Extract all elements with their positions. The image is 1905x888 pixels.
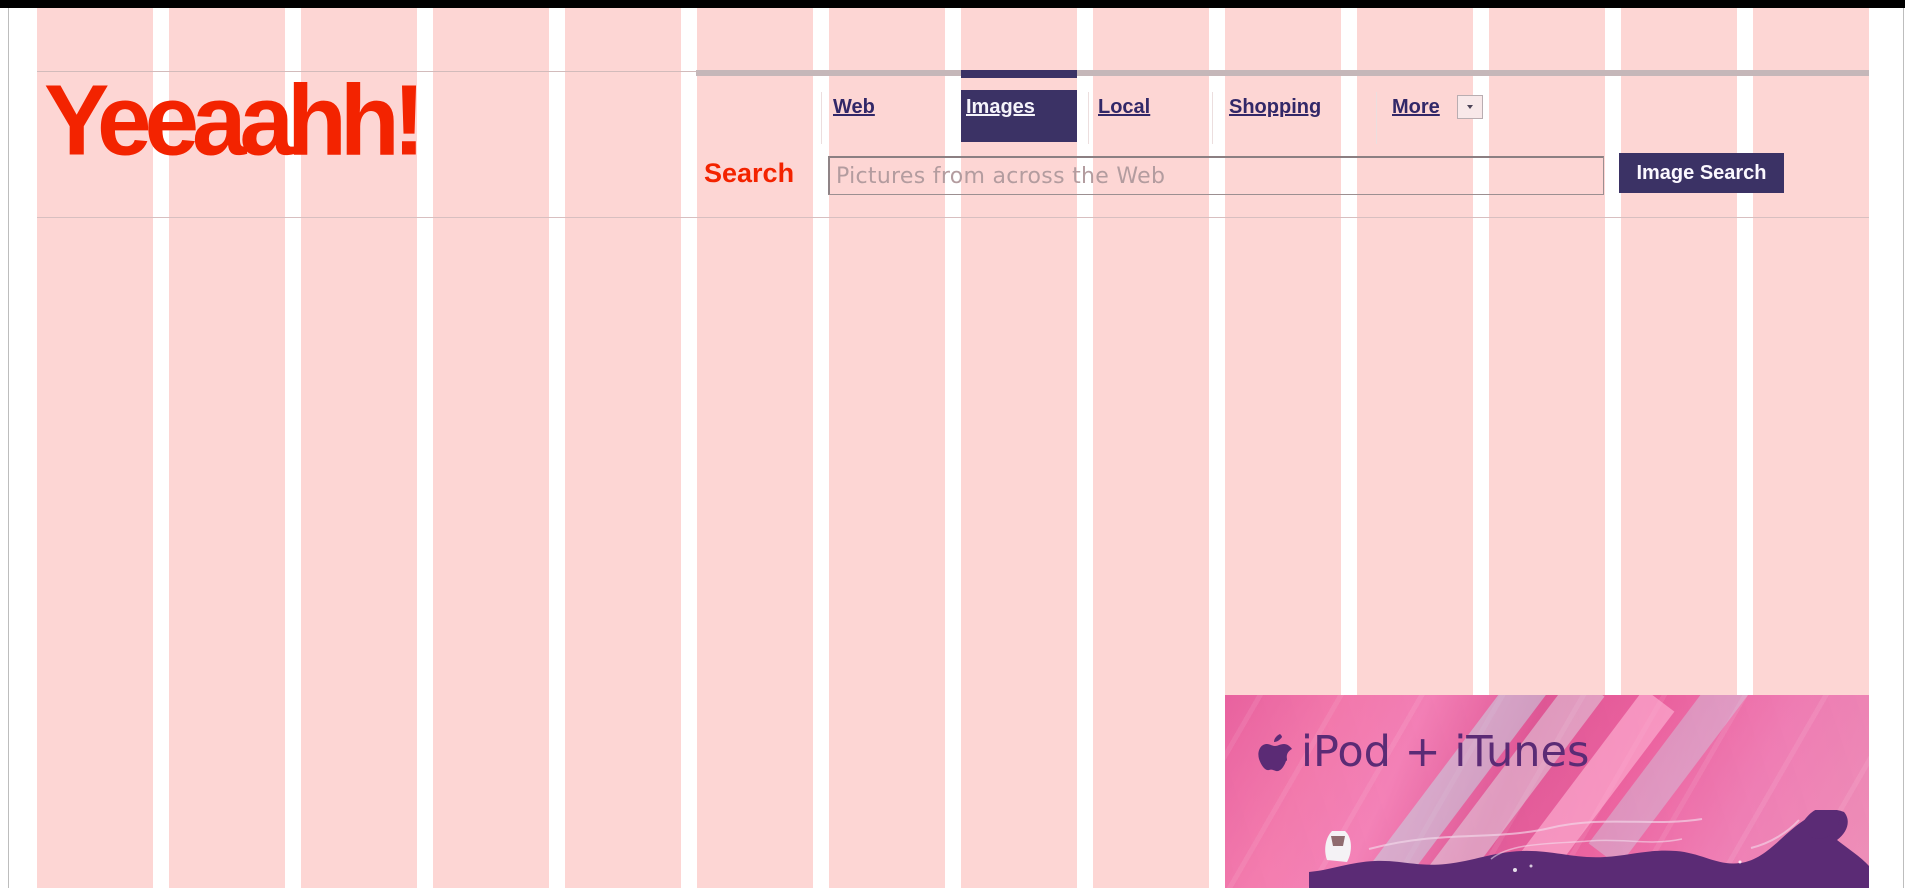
- tab-divider: [1088, 92, 1089, 144]
- grid-column: [565, 8, 681, 888]
- tab-shopping[interactable]: Shopping: [1229, 95, 1321, 119]
- tab-divider: [821, 92, 822, 144]
- window-top-border: [0, 0, 1905, 8]
- chevron-down-icon: [1467, 105, 1473, 109]
- tab-images[interactable]: Images: [961, 90, 1077, 142]
- more-dropdown-button[interactable]: [1457, 95, 1483, 119]
- image-search-input[interactable]: [828, 156, 1604, 195]
- active-tab-indicator: [961, 70, 1077, 78]
- tab-local[interactable]: Local: [1098, 95, 1150, 119]
- grid-column: [697, 8, 813, 888]
- search-label: Search: [704, 158, 795, 188]
- apple-icon: [1258, 734, 1293, 772]
- window-right-border: [1903, 8, 1904, 888]
- tab-divider: [1212, 92, 1213, 144]
- tab-web[interactable]: Web: [833, 95, 875, 119]
- grid-column: [1093, 8, 1209, 888]
- ad-title: iPod + iTunes: [1301, 727, 1590, 777]
- ipod-silhouette-graphic: [1309, 810, 1869, 888]
- grid-column: [829, 8, 945, 888]
- window-left-border: [8, 8, 9, 888]
- ipod-itunes-ad-banner[interactable]: iPod + iTunes: [1225, 695, 1869, 888]
- grid-column: [433, 8, 549, 888]
- search-tabs-rule: [696, 70, 1869, 76]
- header-bottom-rule: [37, 217, 1869, 218]
- site-logo: Yeeaahh!: [44, 63, 425, 177]
- browser-viewport: Yeeaahh! Web Images Local Shopping More …: [0, 0, 1905, 888]
- tab-divider: [1376, 92, 1377, 144]
- tab-more[interactable]: More: [1392, 95, 1440, 119]
- image-search-button[interactable]: Image Search: [1619, 153, 1784, 193]
